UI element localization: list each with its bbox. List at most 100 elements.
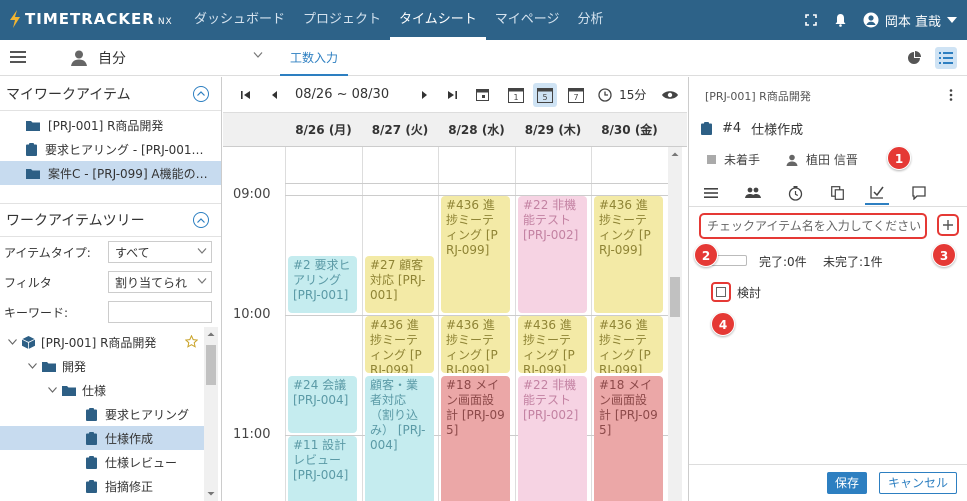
calendar-event[interactable]: #436 進捗ミーティング [PRJ-099] bbox=[594, 316, 663, 373]
save-button[interactable]: 保存 bbox=[827, 472, 867, 494]
status-square-icon bbox=[707, 155, 716, 164]
tree-node[interactable]: 仕様 bbox=[0, 378, 204, 402]
scroll-up-icon[interactable] bbox=[204, 329, 218, 339]
calendar-grid[interactable]: 09:00 10:00 11:00 #2 要求ヒアリング [PRJ-001] #2… bbox=[223, 147, 687, 501]
tree-scrollbar[interactable] bbox=[204, 327, 218, 501]
assignee-label[interactable]: 植田 信晋 bbox=[806, 151, 858, 168]
main-nav: ダッシュボード プロジェクト タイムシート マイページ 分析 bbox=[185, 0, 613, 40]
scroll-down-icon[interactable] bbox=[204, 489, 218, 499]
chevron-down-icon[interactable] bbox=[26, 363, 38, 369]
calendar-event[interactable]: #436 進捗ミーティング [PRJ-099] bbox=[518, 316, 587, 373]
tab-work-input[interactable]: 工数入力 bbox=[280, 40, 349, 76]
prev-icon[interactable] bbox=[263, 83, 287, 107]
my-work-item[interactable]: 案件C - [PRJ-099] A機能の… bbox=[0, 161, 221, 185]
calendar-event[interactable]: #2 要求ヒアリング [PRJ-001] bbox=[288, 256, 357, 313]
star-icon[interactable] bbox=[185, 335, 198, 348]
tab-list-icon[interactable] bbox=[699, 181, 723, 205]
seven-day-view-icon[interactable]: 7 bbox=[563, 83, 589, 107]
tree-node[interactable]: 仕様レビュー bbox=[0, 450, 204, 474]
annotation-badge-3: 3 bbox=[932, 243, 956, 267]
calendar-event[interactable]: #22 非機能テスト [PRJ-002] bbox=[518, 196, 587, 313]
footer-divider bbox=[689, 464, 967, 465]
tree-node[interactable]: 要求ヒアリング bbox=[0, 402, 204, 426]
check-item-label[interactable]: 検討 bbox=[737, 284, 761, 301]
tree-node[interactable]: 仕様作成 bbox=[0, 426, 204, 450]
day-header: 8/30 (金) bbox=[601, 123, 658, 137]
chevron-down-icon bbox=[253, 52, 263, 58]
nav-mypage[interactable]: マイページ bbox=[486, 0, 569, 40]
filter-label: アイテムタイプ: bbox=[4, 245, 91, 260]
next-icon[interactable] bbox=[413, 83, 437, 107]
collapse-up-icon[interactable] bbox=[193, 85, 209, 102]
filter-row: キーワード: bbox=[0, 297, 221, 327]
day-view-icon[interactable]: 1 bbox=[503, 83, 529, 107]
nav-timesheet[interactable]: タイムシート bbox=[390, 0, 486, 40]
calendar-event[interactable]: 顧客・業者対応（割り込み） [PRJ-004] bbox=[365, 376, 434, 501]
keyword-input[interactable] bbox=[108, 301, 212, 323]
calendar-event[interactable]: #18 メイン画面設計 [PRJ-095] bbox=[441, 376, 510, 501]
nav-project[interactable]: プロジェクト bbox=[294, 0, 390, 40]
fullscreen-icon[interactable] bbox=[803, 12, 819, 28]
work-item-title: #4 仕様作成 bbox=[701, 119, 803, 138]
my-work-item[interactable]: [PRJ-001] R商品開発 bbox=[0, 113, 221, 137]
filter-select[interactable]: 割り当てられ bbox=[108, 271, 212, 293]
checklist-item-input[interactable]: チェックアイテム名を入力してください bbox=[699, 213, 927, 239]
tree-node[interactable]: 開発 bbox=[0, 354, 204, 378]
tree-node[interactable]: [PRJ-001] R商品開発 bbox=[0, 330, 204, 354]
calendar-event[interactable]: #11 設計レビュー [PRJ-004] bbox=[288, 436, 357, 501]
timesheet-calendar: 08/26 ~ 08/30 1 5 7 15分 8/26 (月) 8/27 (火… bbox=[223, 77, 687, 501]
calendar-scrollbar[interactable] bbox=[668, 147, 682, 501]
calendar-event[interactable]: #18 メイン画面設計 [PRJ-095] bbox=[594, 376, 663, 501]
item-type-select[interactable]: すべて bbox=[108, 241, 212, 263]
day-header: 8/29 (木) bbox=[524, 123, 582, 137]
calendar-event[interactable]: #27 顧客対応 [PRJ-001] bbox=[365, 256, 434, 313]
status-label[interactable]: 未着手 bbox=[724, 151, 760, 168]
calendar-event[interactable]: #436 進捗ミーティング [PRJ-099] bbox=[441, 316, 510, 373]
scroll-up-icon[interactable] bbox=[668, 149, 682, 159]
tab-checklist-icon[interactable] bbox=[865, 181, 889, 205]
tab-copy-icon[interactable] bbox=[825, 181, 849, 205]
clock-icon[interactable] bbox=[595, 83, 615, 107]
clipboard-icon bbox=[86, 455, 97, 469]
today-calendar-icon[interactable] bbox=[469, 83, 495, 107]
add-check-item-button[interactable] bbox=[937, 214, 959, 236]
first-page-icon[interactable] bbox=[237, 83, 255, 107]
chevron-down-icon[interactable] bbox=[6, 339, 18, 345]
week-view-icon[interactable]: 5 bbox=[533, 82, 558, 107]
list-view-icon[interactable] bbox=[935, 47, 957, 69]
calendar-day-header: 8/26 (月) 8/27 (火) 8/28 (水) 8/29 (木) 8/30… bbox=[223, 113, 687, 147]
clipboard-icon bbox=[86, 431, 97, 445]
app-logo[interactable]: TIMETRACKER NX bbox=[8, 10, 173, 28]
last-page-icon[interactable] bbox=[441, 83, 463, 107]
grid-hour-line bbox=[285, 183, 668, 184]
eye-icon[interactable] bbox=[660, 83, 680, 107]
calendar-event[interactable]: #24 会議 [PRJ-004] bbox=[288, 376, 357, 433]
tree-node[interactable]: 指摘修正 bbox=[0, 474, 204, 498]
member-select[interactable]: 自分 bbox=[70, 46, 265, 70]
calendar-event[interactable]: #436 進捗ミーティング [PRJ-099] bbox=[441, 196, 510, 313]
scrollbar-thumb[interactable] bbox=[670, 277, 680, 317]
filter-label: フィルタ bbox=[4, 275, 52, 290]
interval-label[interactable]: 15分 bbox=[619, 83, 646, 107]
user-menu[interactable]: 岡本 直哉 bbox=[863, 11, 957, 30]
more-vert-icon[interactable] bbox=[949, 89, 953, 104]
my-work-item[interactable]: 要求ヒアリング - [PRJ-001… bbox=[0, 137, 221, 161]
nav-analysis[interactable]: 分析 bbox=[569, 0, 613, 40]
calendar-event[interactable]: #22 非機能テスト [PRJ-002] bbox=[518, 376, 587, 501]
calendar-event[interactable]: #436 進捗ミーティング [PRJ-099] bbox=[365, 316, 434, 373]
calendar-event[interactable]: #436 進捗ミーティング [PRJ-099] bbox=[594, 196, 663, 313]
chevron-down-icon[interactable] bbox=[46, 387, 58, 393]
svg-text:1: 1 bbox=[514, 93, 519, 102]
tab-members-icon[interactable] bbox=[741, 181, 765, 205]
scrollbar-thumb[interactable] bbox=[206, 345, 216, 385]
nav-dashboard[interactable]: ダッシュボード bbox=[185, 0, 294, 40]
collapse-up-icon[interactable] bbox=[193, 212, 209, 228]
pie-chart-icon[interactable] bbox=[903, 47, 925, 69]
bell-icon[interactable] bbox=[833, 12, 849, 28]
hamburger-icon[interactable] bbox=[10, 50, 26, 67]
tab-timer-icon[interactable] bbox=[783, 181, 807, 205]
cancel-button[interactable]: キャンセル bbox=[879, 472, 957, 494]
check-item-checkbox[interactable] bbox=[711, 282, 731, 302]
user-name: 岡本 直哉 bbox=[884, 14, 941, 30]
tab-comment-icon[interactable] bbox=[907, 181, 931, 205]
